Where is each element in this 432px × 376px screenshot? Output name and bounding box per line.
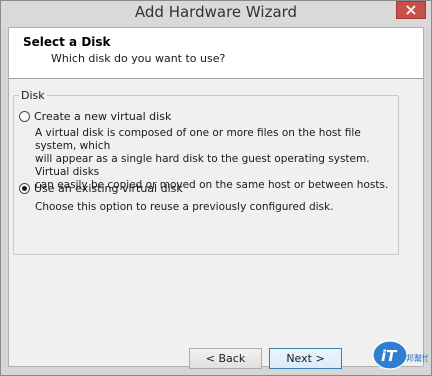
page-title: Select a Disk	[23, 35, 111, 49]
next-button[interactable]: Next >	[269, 348, 342, 369]
ithome-watermark-logo: iT 邦幫忙	[370, 339, 430, 371]
svg-text:邦幫忙: 邦幫忙	[406, 353, 428, 363]
description-line: Choose this option to reuse a previously…	[35, 201, 334, 213]
title-bar[interactable]: Add Hardware Wizard	[1, 1, 431, 27]
description-line: will appear as a single hard disk to the…	[35, 153, 370, 178]
header-panel: Select a Disk Which disk do you want to …	[9, 28, 423, 79]
use-existing-disk-label: Use an existing virtual disk	[34, 182, 183, 195]
create-new-disk-label: Create a new virtual disk	[34, 110, 172, 123]
wizard-window: Add Hardware Wizard Select a Disk Which …	[0, 0, 432, 376]
use-existing-disk-option[interactable]: Use an existing virtual disk	[19, 182, 183, 195]
window-title: Add Hardware Wizard	[134, 3, 298, 21]
wizard-client-area: Select a Disk Which disk do you want to …	[8, 27, 424, 369]
create-new-disk-radio[interactable]	[19, 111, 30, 122]
back-button[interactable]: < Back	[189, 348, 262, 369]
description-line: A virtual disk is composed of one or mor…	[35, 127, 361, 152]
close-icon	[406, 5, 416, 15]
svg-text:iT: iT	[381, 347, 398, 365]
page-subtitle: Which disk do you want to use?	[51, 52, 226, 65]
use-existing-disk-radio[interactable]	[19, 183, 30, 194]
close-button[interactable]	[396, 1, 426, 19]
create-new-disk-option[interactable]: Create a new virtual disk	[19, 110, 171, 123]
use-existing-disk-description: Choose this option to reuse a previously…	[35, 201, 405, 214]
disk-group-legend: Disk	[19, 89, 47, 102]
radio-dot	[22, 186, 27, 191]
